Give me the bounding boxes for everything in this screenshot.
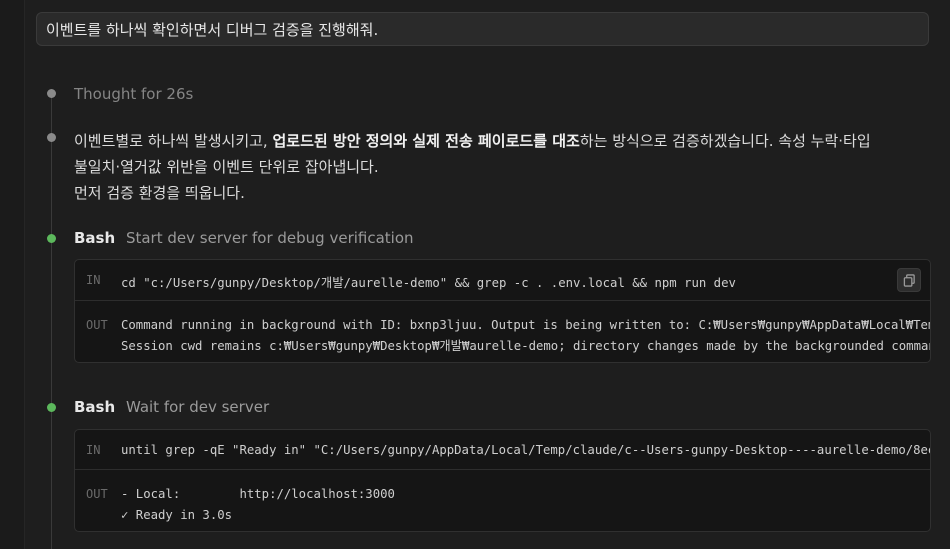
out-tag: OUT — [86, 318, 108, 332]
tool-description: Wait for dev server — [125, 398, 270, 416]
user-message: 이벤트를 하나씩 확인하면서 디버그 검증을 진행해줘. — [36, 12, 929, 46]
tool-2-input-row: IN until grep -qE "Ready in" "C:/Users/g… — [75, 430, 930, 470]
in-tag: IN — [86, 443, 101, 457]
timeline-dot-message — [47, 133, 56, 142]
copy-button[interactable] — [897, 268, 921, 292]
command-text: until grep -qE "Ready in" "C:/Users/gunp… — [121, 443, 930, 457]
tool-description: Start dev server for debug verification — [125, 229, 414, 247]
assistant-line-3: 먼저 검증 환경을 띄웁니다. — [74, 184, 245, 202]
tool-1-input-row: IN cd "c:/Users/gunpy/Desktop/개발/aurelle… — [75, 260, 930, 301]
output-text: Command running in background with ID: b… — [121, 318, 930, 353]
thought-toggle[interactable]: Thought for 26s — [74, 85, 193, 103]
tool-name: Bash — [74, 229, 116, 247]
assistant-message: 이벤트별로 하나씩 발생시키고, 업로드된 방안 정의와 실제 전송 페이로드를… — [74, 128, 934, 206]
out-tag: OUT — [86, 487, 108, 501]
tool-header-2[interactable]: Bash Wait for dev server — [74, 398, 269, 416]
tool-2-output-row: OUT - Local: http://localhost:3000 ✓ Rea… — [75, 470, 930, 526]
command-text: cd "c:/Users/gunpy/Desktop/개발/aurelle-de… — [121, 276, 736, 290]
user-message-text: 이벤트를 하나씩 확인하면서 디버그 검증을 진행해줘. — [46, 20, 379, 39]
copy-icon — [903, 273, 915, 287]
timeline-dot-thought — [47, 89, 56, 98]
tool-header-1[interactable]: Bash Start dev server for debug verifica… — [74, 229, 414, 247]
tool-1-code-block: IN cd "c:/Users/gunpy/Desktop/개발/aurelle… — [74, 259, 931, 363]
assistant-bold-text: 업로드된 방안 정의와 실제 전송 페이로드를 대조 — [272, 132, 580, 150]
tool-2-code-block: IN until grep -qE "Ready in" "C:/Users/g… — [74, 429, 931, 532]
assistant-line-2: 불일치·열거값 위반을 이벤트 단위로 잡아냅니다. — [74, 158, 379, 176]
timeline-dot-tool-1 — [47, 234, 56, 243]
timeline-dot-tool-2 — [47, 403, 56, 412]
tool-1-output-row: OUT Command running in background with I… — [75, 301, 930, 357]
tool-name: Bash — [74, 398, 116, 416]
output-text: - Local: http://localhost:3000 ✓ Ready i… — [121, 487, 395, 522]
assistant-line-1: 이벤트별로 하나씩 발생시키고, 업로드된 방안 정의와 실제 전송 페이로드를… — [74, 132, 871, 150]
left-rail — [0, 0, 25, 549]
timeline-line — [51, 93, 52, 549]
chat-panel: 이벤트를 하나씩 확인하면서 디버그 검증을 진행해줘. Thought for… — [0, 0, 950, 549]
in-tag: IN — [86, 273, 101, 287]
